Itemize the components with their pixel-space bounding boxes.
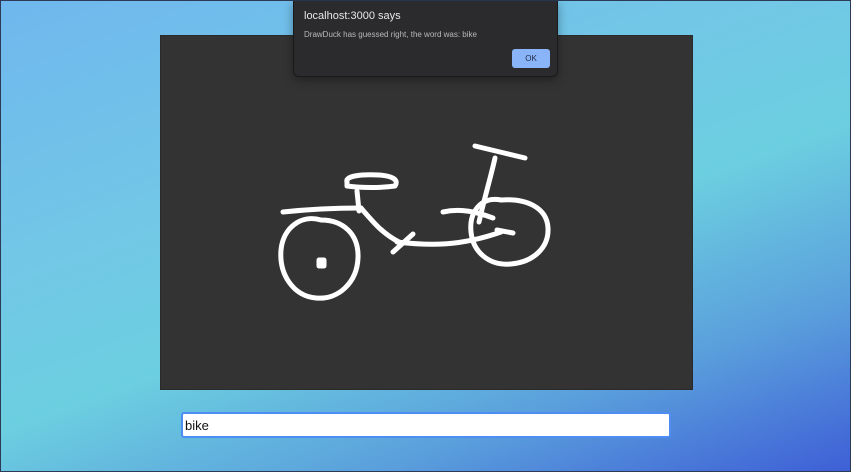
- front-bar-stroke: [440, 207, 496, 221]
- dialog-message: DrawDuck has guessed right, the word was…: [304, 30, 477, 39]
- alert-dialog: localhost:3000 says DrawDuck has guessed…: [293, 1, 558, 77]
- seat-stroke: [344, 172, 399, 190]
- top-bar-stroke: [280, 205, 364, 215]
- bike-drawing: [278, 143, 551, 301]
- down-tube-stroke: [358, 205, 402, 245]
- guess-input[interactable]: [181, 412, 671, 438]
- dialog-title: localhost:3000 says: [304, 10, 401, 22]
- app-page: localhost:3000 says DrawDuck has guessed…: [0, 0, 851, 472]
- rear-hub-stroke: [316, 257, 327, 269]
- drawing-canvas[interactable]: [160, 35, 693, 390]
- handlebar-stroke: [472, 143, 528, 161]
- ok-button[interactable]: OK: [512, 49, 550, 68]
